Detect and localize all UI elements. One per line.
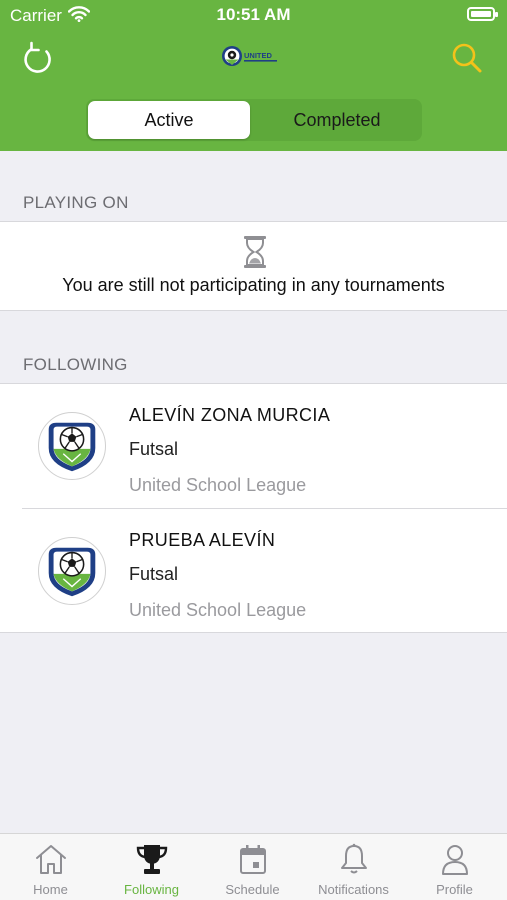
bell-icon	[341, 843, 367, 874]
united-logo: UNITED	[222, 46, 277, 66]
top-bar: Carrier 10:51 AM UNITED Active Completed	[0, 0, 507, 151]
tab-notifications[interactable]: Notifications	[303, 834, 404, 900]
tournament-league: United School League	[129, 475, 307, 495]
home-icon	[36, 845, 66, 874]
tournament-league: United School League	[129, 600, 307, 620]
status-bar: Carrier 10:51 AM	[0, 0, 507, 32]
tournament-title: ALEVÍN ZONA MURCIA	[129, 405, 331, 425]
person-icon	[442, 845, 468, 875]
tab-profile[interactable]: Profile	[404, 834, 505, 900]
tournament-sport: Futsal	[129, 564, 179, 584]
calendar-icon	[240, 845, 266, 874]
segment-completed[interactable]: Completed	[254, 101, 420, 139]
battery-icon	[467, 7, 498, 21]
hourglass-icon	[244, 236, 266, 268]
refresh-icon[interactable]	[22, 40, 54, 74]
tournament-logo	[38, 412, 106, 480]
tab-schedule[interactable]: Schedule	[202, 834, 303, 900]
tournament-title: PRUEBA ALEVÍN	[129, 530, 276, 550]
tournament-sport: Futsal	[129, 439, 179, 459]
status-segmented-control: Active Completed	[86, 99, 422, 141]
segment-active[interactable]: Active	[88, 101, 250, 139]
tab-label: Profile	[436, 882, 473, 897]
following-list: ALEVÍN ZONA MURCIA Futsal United School …	[0, 383, 507, 633]
tournament-row[interactable]: ALEVÍN ZONA MURCIA Futsal United School …	[0, 384, 507, 509]
clock: 10:51 AM	[216, 5, 291, 24]
playing-section-header: PLAYING ON	[23, 193, 129, 212]
tab-label: Home	[33, 882, 68, 897]
tab-following[interactable]: Following	[101, 834, 202, 900]
tab-label: Schedule	[225, 882, 280, 897]
playing-empty-state: You are still not participating in any t…	[0, 221, 507, 311]
following-section-header: FOLLOWING	[23, 355, 128, 374]
empty-state-message: You are still not participating in any t…	[62, 275, 445, 295]
tab-home[interactable]: Home	[0, 834, 101, 900]
bottom-tab-bar: Home Following Schedule Notifications Pr…	[0, 833, 507, 900]
tab-label: Notifications	[318, 882, 389, 897]
tournament-row[interactable]: PRUEBA ALEVÍN Futsal United School Leagu…	[0, 509, 507, 633]
trophy-icon	[136, 845, 168, 874]
tournament-logo	[38, 537, 106, 605]
tab-label: Following	[124, 882, 179, 897]
search-icon[interactable]	[451, 42, 483, 74]
logo-text: UNITED	[244, 51, 273, 60]
